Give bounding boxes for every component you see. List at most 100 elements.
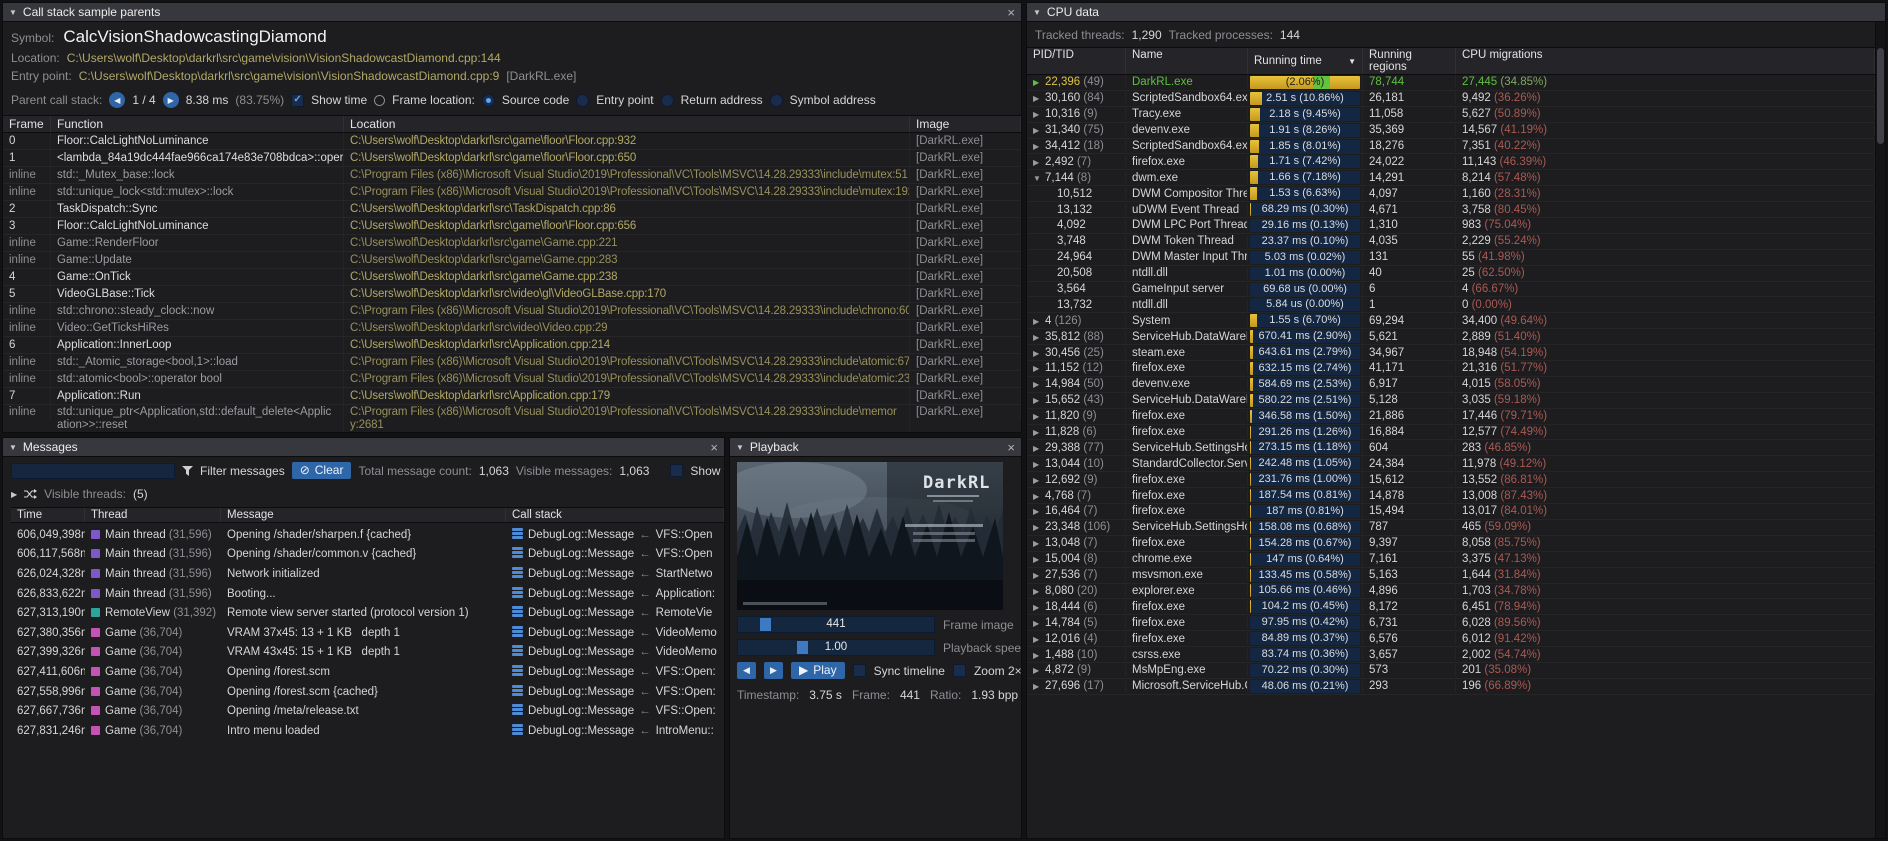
expand-arrow-icon[interactable]: ▶	[1033, 492, 1045, 501]
callstack-cell[interactable]: DebugLog::Message←VFS::Open:	[506, 665, 724, 679]
zoom-2x-checkbox[interactable]: ✓	[953, 664, 966, 677]
callstack-frames-icon[interactable]	[512, 704, 523, 718]
expand-arrow-icon[interactable]: ▶	[1033, 444, 1045, 453]
step-back-button[interactable]: ◀	[737, 662, 756, 679]
cpu-row[interactable]: 10,512DWM Compositor Thread1.53 s (6.63%…	[1027, 186, 1875, 202]
expand-arrow-icon[interactable]: ▶	[1033, 380, 1045, 389]
col-name[interactable]: Name	[1126, 48, 1248, 74]
message-row[interactable]: 627,380,356nsGame (36,704)VRAM 37x45: 13…	[11, 623, 724, 643]
cpu-row[interactable]: ▶22,396 (49)DarkRL.exe(2.06%)78,74427,44…	[1027, 75, 1875, 91]
callstack-row[interactable]: inlinestd::_Atomic_storage<bool,1>::load…	[3, 354, 1021, 371]
callstack-row[interactable]: 7Application::RunC:\Users\wolf\Desktop\d…	[3, 388, 1021, 405]
cpu-row[interactable]: 3,564GameInput server69.68 us (0.00%)64 …	[1027, 282, 1875, 298]
cpu-row[interactable]: ▶12,692 (9)firefox.exe231.76 ms (1.00%)1…	[1027, 472, 1875, 488]
callstack-row[interactable]: 3Floor::CalcLightNoLuminanceC:\Users\wol…	[3, 218, 1021, 235]
callstack-frames-icon[interactable]	[512, 528, 523, 542]
col-location[interactable]: Location	[344, 116, 910, 132]
callstack-row[interactable]: inlinestd::_Mutex_base::lockC:\Program F…	[3, 167, 1021, 184]
prev-parent-button[interactable]: ◀	[109, 92, 125, 108]
callstack-cell[interactable]: DebugLog::Message←VFS::Open:	[506, 685, 724, 699]
show-frame-checkbox[interactable]: ✓	[670, 464, 683, 477]
col-pid-tid[interactable]: PID/TID	[1027, 48, 1126, 74]
radio-symbol-address[interactable]	[770, 94, 783, 107]
cpu-row[interactable]: ▶2,492 (7)firefox.exe1.71 s (7.42%)24,02…	[1027, 154, 1875, 170]
col-callstack[interactable]: Call stack	[506, 508, 724, 522]
cpu-row[interactable]: ▶8,080 (20)explorer.exe105.66 ms (0.46%)…	[1027, 584, 1875, 600]
expand-arrow-icon[interactable]: ▶	[1033, 158, 1045, 167]
expand-arrow-icon[interactable]: ▶	[1033, 349, 1045, 358]
callstack-frames-icon[interactable]	[512, 567, 523, 581]
callstack-row[interactable]: 0Floor::CalcLightNoLuminanceC:\Users\wol…	[3, 133, 1021, 150]
callstack-row[interactable]: inlinestd::atomic<bool>::operator boolC:…	[3, 371, 1021, 388]
cpu-row[interactable]: ▶11,820 (9)firefox.exe346.58 ms (1.50%)2…	[1027, 409, 1875, 425]
callstack-frames-icon[interactable]	[512, 685, 523, 699]
callstack-frames-icon[interactable]	[512, 626, 523, 640]
cpu-row[interactable]: ▶15,652 (43)ServiceHub.DataWarehou580.22…	[1027, 393, 1875, 409]
callstack-row[interactable]: 1<lambda_84a19dc444fae966ca174e83e708bdc…	[3, 150, 1021, 167]
message-row[interactable]: 627,399,326nsGame (36,704)VRAM 43x45: 15…	[11, 643, 724, 663]
cpu-row[interactable]: ▶23,348 (106)ServiceHub.SettingsHost158.…	[1027, 520, 1875, 536]
cpu-row[interactable]: ▼7,144 (8)dwm.exe1.66 s (7.18%)14,2918,2…	[1027, 170, 1875, 186]
col-message[interactable]: Message	[221, 508, 506, 522]
expand-arrow-icon[interactable]: ▶	[1033, 364, 1045, 373]
expand-arrow-icon[interactable]: ▶	[1033, 94, 1045, 103]
message-row[interactable]: 606,117,568nsMain thread (31,596)Opening…	[11, 545, 724, 565]
callstack-frames-icon[interactable]	[512, 606, 523, 620]
callstack-row[interactable]: inlinestd::unique_lock<std::mutex>::lock…	[3, 184, 1021, 201]
callstack-cell[interactable]: DebugLog::Message←VideoMemo	[506, 626, 724, 640]
cpu-row[interactable]: ▶18,444 (6)firefox.exe104.2 ms (0.45%)8,…	[1027, 599, 1875, 615]
cpu-row[interactable]: ▶27,536 (7)msvsmon.exe133.45 ms (0.58%)5…	[1027, 568, 1875, 584]
threads-expand-icon[interactable]: ▶	[11, 490, 17, 499]
message-row[interactable]: 606,049,398nsMain thread (31,596)Opening…	[11, 525, 724, 545]
expand-arrow-icon[interactable]: ▶	[1033, 476, 1045, 485]
expand-arrow-icon[interactable]: ▶	[1033, 126, 1045, 135]
next-parent-button[interactable]: ▶	[163, 92, 179, 108]
col-image[interactable]: Image	[910, 116, 1021, 132]
cpu-row[interactable]: ▶34,412 (18)ScriptedSandbox64.exe1.85 s …	[1027, 139, 1875, 155]
expand-arrow-icon[interactable]: ▶	[1033, 78, 1045, 87]
expand-arrow-icon[interactable]: ▶	[1033, 396, 1045, 405]
expand-arrow-icon[interactable]: ▶	[1033, 460, 1045, 469]
col-time[interactable]: Time	[11, 508, 85, 522]
cpu-row[interactable]: ▶10,316 (9)Tracy.exe2.18 s (9.45%)11,058…	[1027, 107, 1875, 123]
cpu-row[interactable]: ▶15,004 (8)chrome.exe147 ms (0.64%)7,161…	[1027, 552, 1875, 568]
callstack-row[interactable]: 2TaskDispatch::SyncC:\Users\wolf\Desktop…	[3, 201, 1021, 218]
cpu-row[interactable]: ▶30,456 (25)steam.exe643.61 ms (2.79%)34…	[1027, 345, 1875, 361]
expand-arrow-icon[interactable]: ▶	[1033, 333, 1045, 342]
callstack-cell[interactable]: DebugLog::Message←VFS::Open	[506, 528, 724, 542]
col-thread[interactable]: Thread	[85, 508, 221, 522]
cpu-row[interactable]: 13,732ntdll.dll5.84 us (0.00%)10 (0.00%)	[1027, 297, 1875, 313]
cpu-row[interactable]: ▶13,044 (10)StandardCollector.Servic242.…	[1027, 456, 1875, 472]
col-function[interactable]: Function	[51, 116, 344, 132]
cpu-row[interactable]: ▶30,160 (84)ScriptedSandbox64.exe2.51 s …	[1027, 91, 1875, 107]
callstack-frames-icon[interactable]	[512, 587, 523, 601]
expand-arrow-icon[interactable]: ▶	[1033, 666, 1045, 675]
clear-button[interactable]: ⊘ Clear	[292, 462, 352, 479]
collapse-icon[interactable]: ▼	[736, 443, 744, 452]
expand-arrow-icon[interactable]: ▶	[1033, 555, 1045, 564]
message-row[interactable]: 627,831,246nsGame (36,704)Intro menu loa…	[11, 721, 724, 741]
cpu-row[interactable]: ▶4 (126)System1.55 s (6.70%)69,29434,400…	[1027, 313, 1875, 329]
cpu-row[interactable]: ▶4,768 (7)firefox.exe187.54 ms (0.81%)14…	[1027, 488, 1875, 504]
expand-arrow-icon[interactable]: ▶	[1033, 682, 1045, 691]
cpu-row[interactable]: 3,748DWM Token Thread23.37 ms (0.10%)4,0…	[1027, 234, 1875, 250]
col-frame[interactable]: Frame	[3, 116, 51, 132]
cpu-row[interactable]: ▶11,152 (12)firefox.exe632.15 ms (2.74%)…	[1027, 361, 1875, 377]
callstack-row[interactable]: 5VideoGLBase::TickC:\Users\wolf\Desktop\…	[3, 286, 1021, 303]
cpu-row[interactable]: ▶1,488 (10)csrss.exe83.74 ms (0.36%)3,65…	[1027, 647, 1875, 663]
cpu-row[interactable]: 4,092DWM LPC Port Thread29.16 ms (0.13%)…	[1027, 218, 1875, 234]
expand-arrow-icon[interactable]: ▼	[1033, 174, 1045, 183]
callstack-cell[interactable]: DebugLog::Message←IntroMenu::	[506, 724, 724, 738]
expand-arrow-icon[interactable]: ▶	[1033, 523, 1045, 532]
cpu-row[interactable]: ▶35,812 (88)ServiceHub.DataWarehou670.41…	[1027, 329, 1875, 345]
sync-timeline-checkbox[interactable]: ✓	[853, 664, 866, 677]
collapse-icon[interactable]: ▼	[9, 443, 17, 452]
message-row[interactable]: 627,667,736nsGame (36,704)Opening /meta/…	[11, 701, 724, 721]
callstack-row[interactable]: 6Application::InnerLoopC:\Users\wolf\Des…	[3, 337, 1021, 354]
message-row[interactable]: 626,833,622nsMain thread (31,596)Booting…	[11, 584, 724, 604]
expand-arrow-icon[interactable]: ▶	[1033, 603, 1045, 612]
step-forward-button[interactable]: ▶	[764, 662, 783, 679]
cpu-row[interactable]: ▶31,340 (75)devenv.exe1.91 s (8.26%)35,3…	[1027, 123, 1875, 139]
close-icon[interactable]: ×	[1007, 6, 1015, 19]
callstack-cell[interactable]: DebugLog::Message←VFS::Open:	[506, 704, 724, 718]
